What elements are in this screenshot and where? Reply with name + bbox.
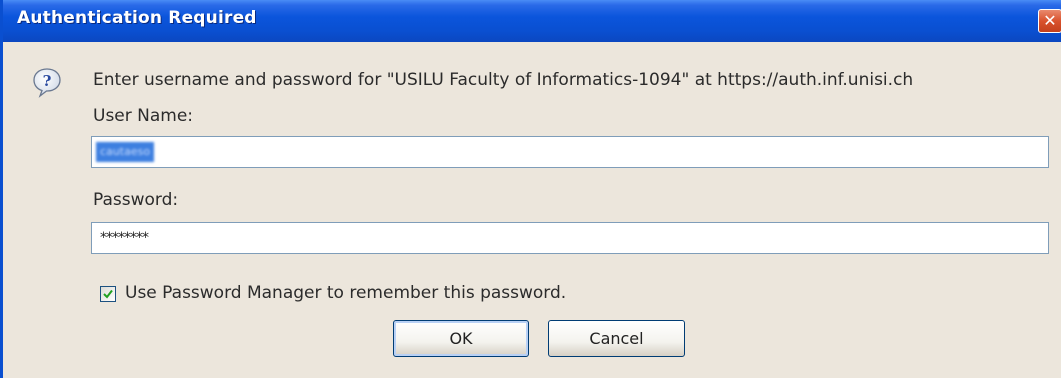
auth-prompt-text: Enter username and password for "USILU F… — [93, 70, 914, 90]
password-label: Password: — [93, 190, 179, 210]
remember-password-label[interactable]: Use Password Manager to remember this pa… — [125, 283, 566, 303]
password-input[interactable]: ******** — [91, 222, 1049, 254]
window-title: Authentication Required — [17, 8, 257, 28]
svg-text:?: ? — [43, 72, 52, 90]
title-bar[interactable]: Authentication Required ✕ — [3, 0, 1061, 42]
ok-button[interactable]: OK — [393, 320, 529, 357]
password-masked-value: ******** — [100, 230, 149, 246]
help-question-icon: ? — [31, 66, 63, 98]
username-selected-text: cautaeso — [96, 142, 155, 162]
close-button[interactable]: ✕ — [1038, 9, 1061, 33]
auth-dialog-window: Authentication Required ✕ ? Enter userna… — [0, 0, 1061, 378]
close-icon: ✕ — [1043, 11, 1057, 30]
username-input[interactable]: cautaeso — [91, 136, 1049, 168]
username-label: User Name: — [93, 106, 194, 126]
cancel-button[interactable]: Cancel — [548, 320, 685, 357]
checkmark-icon — [103, 289, 113, 299]
remember-password-checkbox[interactable] — [100, 286, 116, 302]
